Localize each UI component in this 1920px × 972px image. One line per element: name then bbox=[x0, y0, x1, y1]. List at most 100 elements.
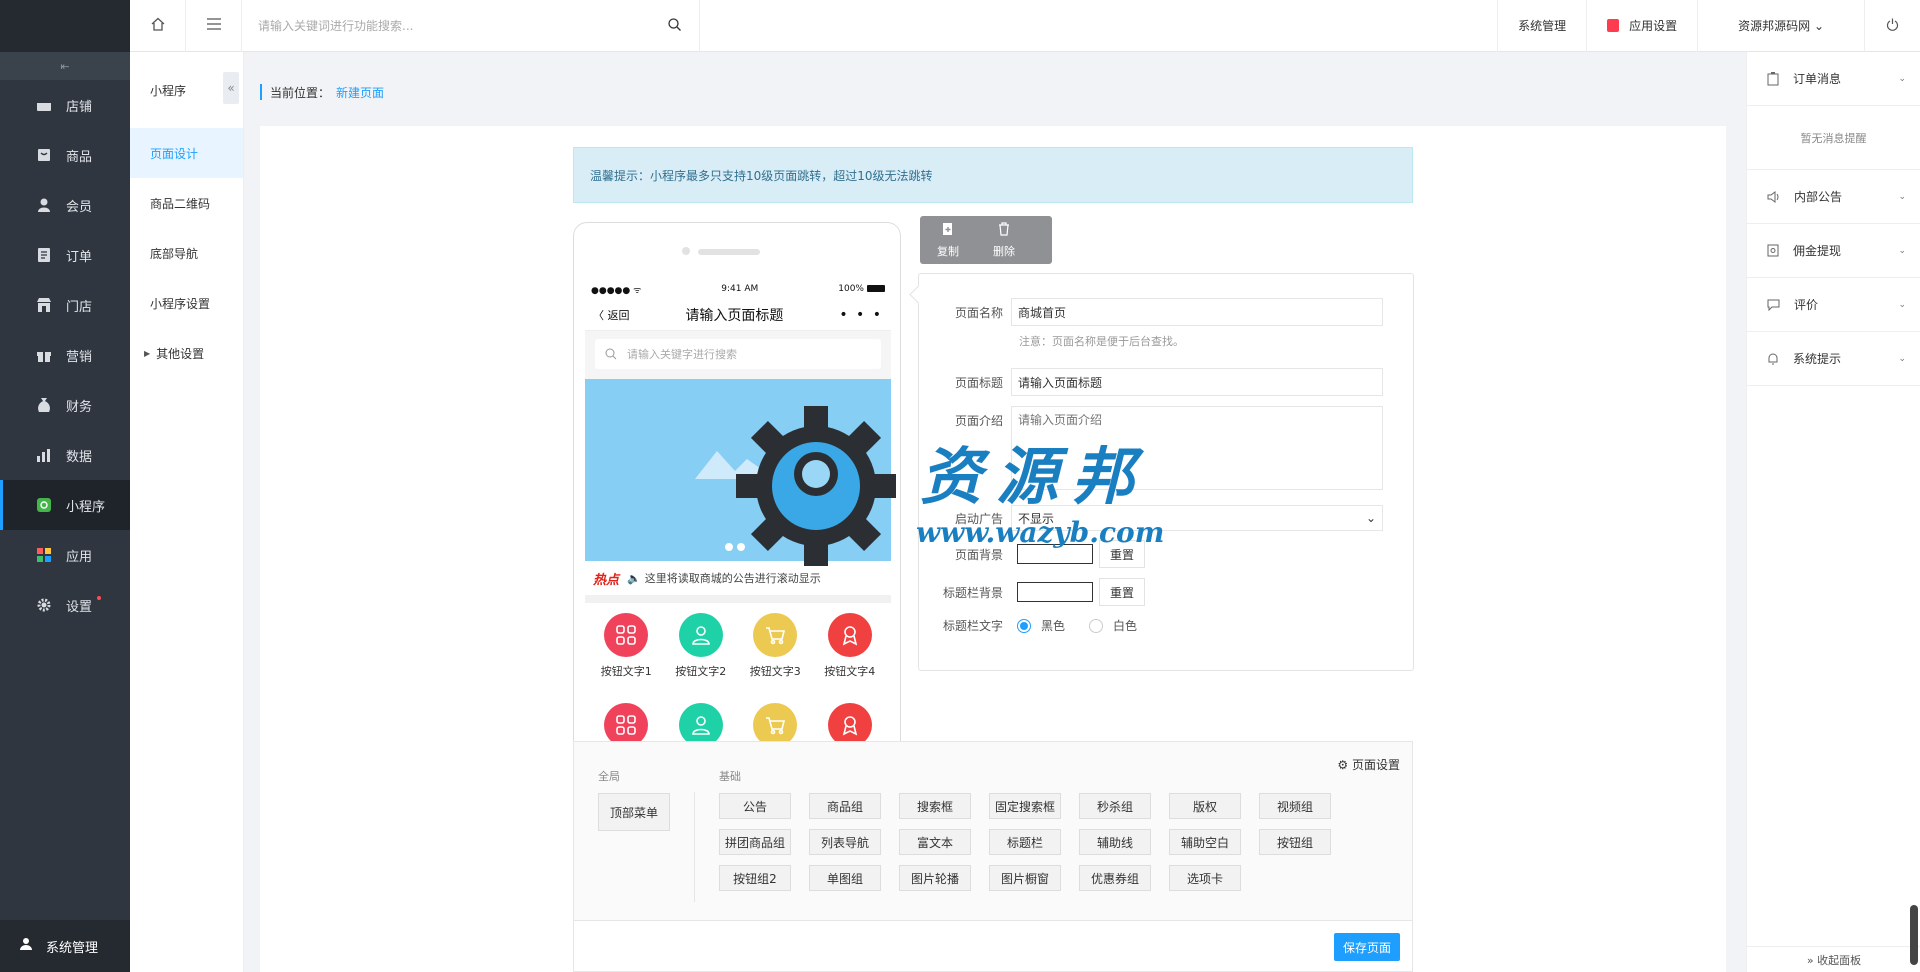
system-tips-section[interactable]: 系统提示 ⌄ bbox=[1747, 332, 1920, 386]
delete-button[interactable]: 删除 bbox=[976, 216, 1032, 264]
component-button[interactable]: 图片橱窗 bbox=[989, 865, 1061, 891]
grid-button[interactable]: 按钮文字3 bbox=[738, 613, 813, 703]
clipboard-icon bbox=[1767, 71, 1779, 86]
system-manage-label: 系统管理 bbox=[1518, 19, 1567, 33]
component-button[interactable]: 富文本 bbox=[899, 829, 971, 855]
apps-icon bbox=[604, 703, 649, 741]
search-icon[interactable] bbox=[668, 17, 681, 34]
component-button[interactable]: 按钮组2 bbox=[719, 865, 791, 891]
commission-section[interactable]: 佣金提现 ⌄ bbox=[1747, 224, 1920, 278]
submenu-collapse-button[interactable]: « bbox=[223, 72, 239, 104]
component-button[interactable]: 秒杀组 bbox=[1079, 793, 1151, 819]
sidebar-item-3[interactable]: 订单 bbox=[0, 230, 130, 280]
back-button[interactable]: 〈 返回 bbox=[593, 307, 630, 323]
bar-bg-color-picker[interactable] bbox=[1017, 582, 1093, 602]
save-page-button[interactable]: 保存页面 bbox=[1334, 933, 1400, 961]
submenu-title-label: 小程序 bbox=[150, 83, 187, 98]
sidebar-item-6[interactable]: 财务 bbox=[0, 380, 130, 430]
bar-bg-label: 标题栏背景 bbox=[942, 585, 1003, 600]
notice-bar[interactable]: 热点 🔈 这里将读取商城的公告进行滚动显示 bbox=[585, 561, 891, 603]
order-messages-label: 订单消息 bbox=[1793, 72, 1842, 86]
logout-button[interactable] bbox=[1864, 0, 1920, 52]
component-button[interactable]: 单图组 bbox=[809, 865, 881, 891]
submenu-item-page-design[interactable]: 页面设计 bbox=[130, 128, 243, 178]
sidebar-item-1[interactable]: 商品 bbox=[0, 130, 130, 180]
global-search[interactable]: 请输入关键词进行功能搜索... bbox=[242, 0, 700, 52]
breadcrumb-current[interactable]: 新建页面 bbox=[336, 84, 384, 101]
phone-search-box[interactable]: 请输入关键字进行搜索 bbox=[595, 339, 881, 369]
sidebar-item-2[interactable]: 会员 bbox=[0, 180, 130, 230]
grid-button[interactable] bbox=[589, 703, 664, 741]
carousel-dot[interactable] bbox=[725, 543, 733, 551]
app-settings-link[interactable]: 应用设置 bbox=[1586, 0, 1697, 52]
global-search-input[interactable]: 请输入关键词进行功能搜索... bbox=[258, 17, 413, 34]
component-button[interactable]: 按钮组 bbox=[1259, 829, 1331, 855]
component-button[interactable]: 公告 bbox=[719, 793, 791, 819]
order-messages-section[interactable]: 订单消息 ⌄ bbox=[1747, 52, 1920, 106]
phone-camera bbox=[682, 247, 690, 255]
order-icon bbox=[36, 247, 52, 263]
grid-button[interactable]: 按钮文字2 bbox=[664, 613, 739, 703]
collapse-panel-button[interactable]: » 收起面板 bbox=[1747, 946, 1920, 972]
component-button[interactable]: 优惠券组 bbox=[1079, 865, 1151, 891]
chevron-down-icon: ⌄ bbox=[1898, 353, 1906, 364]
internal-notice-section[interactable]: 内部公告 ⌄ bbox=[1747, 170, 1920, 224]
sidebar-item-5[interactable]: 营销 bbox=[0, 330, 130, 380]
breadcrumb: 当前位置： 新建页面 bbox=[260, 84, 384, 100]
phone-search-block[interactable]: 请输入关键字进行搜索 bbox=[585, 331, 891, 379]
speaker-icon: 🔈 bbox=[627, 571, 641, 585]
system-manage-link[interactable]: 系统管理 bbox=[1497, 0, 1586, 52]
component-button[interactable]: 列表导航 bbox=[809, 829, 881, 855]
watermark-text: 资源邦 bbox=[920, 440, 1149, 513]
component-button[interactable]: 版权 bbox=[1169, 793, 1241, 819]
sidebar-item-9[interactable]: 应用 bbox=[0, 530, 130, 580]
gear-icon bbox=[36, 597, 52, 613]
system-admin-footer[interactable]: 系统管理 bbox=[0, 920, 130, 972]
sidebar-collapse-button[interactable]: ⇤ bbox=[0, 52, 130, 80]
component-button[interactable]: 图片轮播 bbox=[899, 865, 971, 891]
submenu-item-bottom-nav[interactable]: 底部导航 bbox=[130, 228, 243, 278]
bar-bg-reset-button[interactable]: 重置 bbox=[1099, 578, 1145, 606]
submenu-item-qrcode[interactable]: 商品二维码 bbox=[130, 178, 243, 228]
review-section[interactable]: 评价 ⌄ bbox=[1747, 278, 1920, 332]
sidebar-item-0[interactable]: 店铺 bbox=[0, 80, 130, 130]
component-button[interactable]: 商品组 bbox=[809, 793, 881, 819]
top-menu-component-button[interactable]: 顶部菜单 bbox=[598, 793, 670, 831]
grid-button[interactable] bbox=[664, 703, 739, 741]
component-button[interactable]: 辅助线 bbox=[1079, 829, 1151, 855]
component-button[interactable]: 视频组 bbox=[1259, 793, 1331, 819]
component-button[interactable]: 选项卡 bbox=[1169, 865, 1241, 891]
page-settings-button[interactable]: ⚙ 页面设置 bbox=[1337, 756, 1400, 773]
phone-navbar[interactable]: 〈 返回 请输入页面标题 • • • bbox=[585, 299, 891, 331]
grid-button[interactable]: 按钮文字1 bbox=[589, 613, 664, 703]
sidebar-item-10[interactable]: 设置 bbox=[0, 580, 130, 630]
grid-button[interactable]: 按钮文字4 bbox=[813, 613, 888, 703]
bar-bg-row: 标题栏背景 重置 bbox=[919, 578, 1145, 606]
component-button[interactable]: 拼团商品组 bbox=[719, 829, 791, 855]
sidebar-item-4[interactable]: 门店 bbox=[0, 280, 130, 330]
grid-button[interactable] bbox=[813, 703, 888, 741]
bar-text-label: 标题栏文字 bbox=[942, 619, 1003, 633]
submenu-item-miniapp-settings[interactable]: 小程序设置 bbox=[130, 278, 243, 328]
sidebar-item-8[interactable]: 小程序 bbox=[0, 480, 130, 530]
component-button[interactable]: 标题栏 bbox=[989, 829, 1061, 855]
component-button[interactable]: 辅助空白 bbox=[1169, 829, 1241, 855]
tip-text: 温馨提示：小程序最多只支持10级页面跳转，超过10级无法跳转 bbox=[590, 168, 933, 183]
component-button[interactable]: 固定搜索框 bbox=[989, 793, 1061, 819]
page-name-input[interactable] bbox=[1011, 298, 1383, 326]
component-button[interactable]: 搜索框 bbox=[899, 793, 971, 819]
submenu-item-other-settings[interactable]: ▶ 其他设置 bbox=[130, 328, 243, 378]
page-title-input[interactable] bbox=[1011, 368, 1383, 396]
scrollbar[interactable] bbox=[1910, 905, 1918, 965]
account-dropdown[interactable]: 资源邦源码网 ⌄ bbox=[1697, 0, 1864, 52]
phone-page-title: 请输入页面标题 bbox=[685, 307, 784, 324]
more-icon[interactable]: • • • bbox=[839, 307, 883, 323]
sidebar-item-7[interactable]: 数据 bbox=[0, 430, 130, 480]
apps-icon bbox=[604, 613, 649, 657]
home-button[interactable] bbox=[130, 0, 186, 52]
radio-white[interactable]: 白色 bbox=[1089, 617, 1137, 634]
radio-black[interactable]: 黑色 bbox=[1017, 617, 1065, 634]
copy-button[interactable]: 复制 bbox=[920, 216, 976, 264]
menu-toggle-button[interactable] bbox=[186, 0, 242, 52]
grid-button[interactable] bbox=[738, 703, 813, 741]
